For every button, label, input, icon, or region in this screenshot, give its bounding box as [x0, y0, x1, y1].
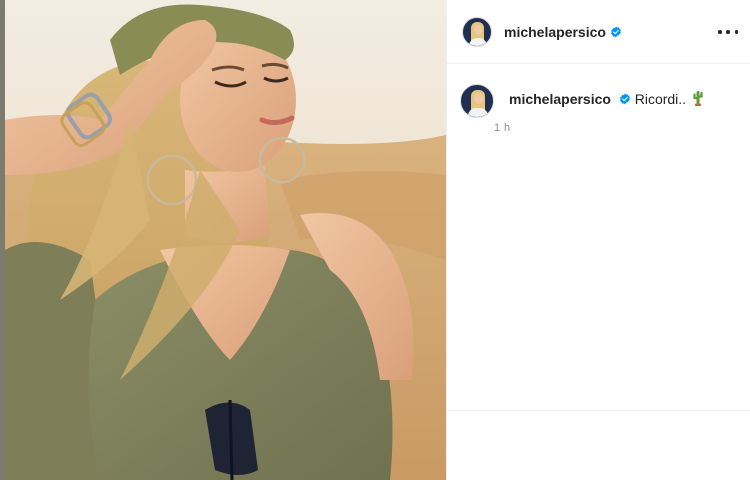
caption-text: Ricordi.. [634, 91, 687, 107]
cactus-emoji [693, 91, 703, 106]
avatar-face [474, 93, 483, 104]
caption-username[interactable]: michelapersico [509, 91, 611, 107]
post-timestamp[interactable]: 1 h [494, 122, 704, 134]
instagram-post: michelapersico michelapersico Ricordi.. … [0, 0, 750, 480]
header-username[interactable]: michelapersico [504, 24, 606, 40]
post-photo[interactable] [0, 0, 446, 480]
caption-line: michelapersico Ricordi.. [509, 90, 704, 108]
caption-avatar[interactable] [460, 84, 494, 118]
post-side-panel: michelapersico michelapersico Ricordi.. … [446, 0, 750, 480]
post-caption: michelapersico Ricordi.. 1 h [460, 84, 735, 134]
comments-section: michelapersico Ricordi.. 1 h [447, 64, 750, 134]
more-dot [718, 30, 722, 34]
actions-divider [447, 410, 750, 411]
more-options-icon[interactable] [718, 22, 738, 42]
profile-avatar[interactable] [462, 16, 492, 47]
avatar-face [474, 24, 482, 35]
verified-badge-icon [610, 26, 621, 37]
caption-body: michelapersico Ricordi.. 1 h [494, 84, 704, 134]
more-dot [734, 30, 738, 34]
verified-badge-icon [619, 93, 630, 105]
avatar-body [468, 108, 488, 117]
avatar-body [469, 37, 487, 46]
photo-illustration [0, 0, 446, 480]
more-dot [726, 30, 730, 34]
previous-photo-edge [0, 0, 5, 480]
post-header: michelapersico [447, 0, 750, 64]
